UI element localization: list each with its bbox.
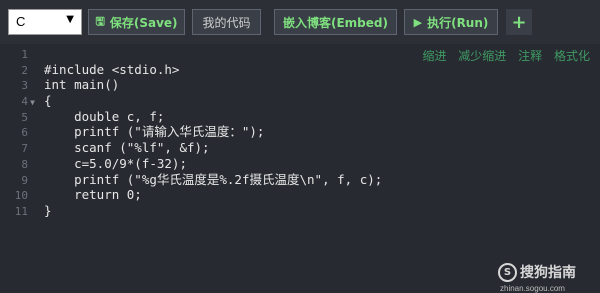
play-icon: ▶ <box>413 15 423 29</box>
line-number: 5 <box>21 110 28 124</box>
watermark-url: zhinan.sogou.com <box>500 284 565 293</box>
line-number: 7 <box>21 142 28 156</box>
code-text: } <box>44 202 52 218</box>
code-text: int main() <box>44 77 120 93</box>
action-indent[interactable]: 缩进 <box>422 49 446 63</box>
code-line: 3 int main() <box>0 77 382 93</box>
action-outdent[interactable]: 减少缩进 <box>458 49 506 63</box>
toolbar: C ▼ 🖫 保存(Save) 我的代码 嵌入博客(Embed) ▶ 执行(Run… <box>0 0 600 44</box>
save-icon: 🖫 <box>95 14 105 28</box>
line-number: 6 <box>21 126 28 140</box>
line-number: 10 <box>14 189 28 203</box>
code-line: 7 scanf ("%lf", &f); <box>0 140 382 156</box>
code-line: 2 #include <stdio.h> <box>0 62 382 78</box>
code-line: 11} <box>0 203 382 219</box>
code-text: printf ("%g华氏温度是%.2f摄氏温度\n", f, c); <box>44 171 383 187</box>
line-number: 3 <box>21 79 28 93</box>
line-number: 8 <box>21 157 28 171</box>
code-line: 9 printf ("%g华氏温度是%.2f摄氏温度\n", f, c); <box>0 172 382 188</box>
plus-icon: + <box>511 11 527 33</box>
code-text: return 0; <box>44 187 142 203</box>
code-editor[interactable]: 缩进 减少缩进 注释 格式化 1 2 #include <stdio.h> 3 in… <box>0 44 600 293</box>
line-number: 2 <box>21 63 28 77</box>
sogou-watermark: S 搜狗指南 zhinan.sogou.com <box>498 262 590 293</box>
code-text: double c, f; <box>44 108 165 124</box>
line-number: 11 <box>14 204 28 218</box>
code-line: 4 ▼{ <box>0 93 382 109</box>
add-button[interactable]: + <box>506 9 532 35</box>
code-line: 10 return 0; <box>0 187 382 203</box>
code-line: 5 double c, f; <box>0 109 382 125</box>
line-number: 1 <box>21 48 28 61</box>
code-text: { <box>44 93 52 109</box>
language-value: C <box>16 14 26 29</box>
code-line: 6 printf ("请输入华氏温度："); <box>0 124 382 140</box>
code-text: printf ("请输入华氏温度："); <box>44 124 265 140</box>
action-format[interactable]: 格式化 <box>554 49 590 63</box>
embed-label: 嵌入博客(Embed) <box>283 15 388 30</box>
my-code-label: 我的代码 <box>202 15 251 30</box>
dropdown-arrow-icon: ▼ <box>66 14 74 25</box>
code-line: 1 <box>0 46 382 62</box>
run-label: 执行(Run) <box>427 15 489 30</box>
run-button[interactable]: ▶ 执行(Run) <box>404 9 498 35</box>
editor-actions: 缩进 减少缩进 注释 格式化 <box>414 47 590 64</box>
line-number: 9 <box>21 173 28 187</box>
embed-button[interactable]: 嵌入博客(Embed) <box>274 9 397 35</box>
my-code-button[interactable]: 我的代码 <box>192 9 261 35</box>
code-text: #include <stdio.h> <box>44 61 180 77</box>
sogou-logo-icon: S <box>498 262 517 282</box>
language-select[interactable]: C ▼ <box>8 9 82 35</box>
code-text: scanf ("%lf", &f); <box>44 140 210 156</box>
save-button[interactable]: 🖫 保存(Save) <box>88 9 185 35</box>
watermark-brand: 搜狗指南 <box>520 265 576 281</box>
code-text: c=5.0/9*(f-32); <box>44 155 187 171</box>
code-line: 8 c=5.0/9*(f-32); <box>0 156 382 172</box>
code-area[interactable]: 1 2 #include <stdio.h> 3 int main() 4 ▼{ 5 … <box>0 46 383 219</box>
save-label: 保存(Save) <box>109 15 178 30</box>
line-number: 4 <box>21 95 28 109</box>
action-comment[interactable]: 注释 <box>518 49 542 63</box>
